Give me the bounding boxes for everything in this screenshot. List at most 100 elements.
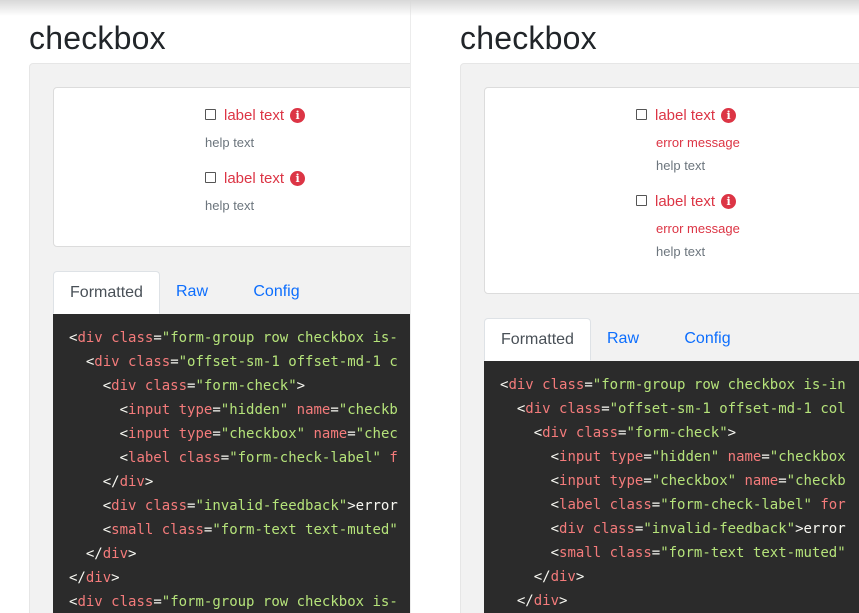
top-shadow bbox=[0, 0, 859, 16]
code-token: "offset-sm-1 offset-md-1 c bbox=[178, 354, 398, 370]
code-line: <input type="hidden" name="checkb bbox=[69, 402, 398, 418]
code-line: <label class="form-check-label" f bbox=[69, 450, 398, 466]
code-token: = bbox=[220, 450, 230, 466]
checkbox-input[interactable] bbox=[205, 171, 216, 183]
info-circle-icon: i bbox=[721, 108, 737, 123]
checkbox-input[interactable] bbox=[636, 194, 647, 206]
code-token: div bbox=[77, 330, 103, 346]
code-token: "hidden" bbox=[651, 449, 720, 465]
right-code-block: <div class="form-group row checkbox is-i… bbox=[484, 361, 859, 613]
error-message: error message bbox=[656, 221, 740, 236]
left-example-panel: checkbox label text i help text label te… bbox=[0, 0, 410, 613]
right-checkbox-row-2[interactable]: label text i bbox=[636, 193, 737, 210]
code-line: </div> bbox=[69, 474, 154, 490]
checkbox-label[interactable]: label text bbox=[655, 193, 715, 210]
code-token: = bbox=[643, 473, 652, 489]
info-circle-icon: i bbox=[290, 171, 306, 186]
code-token: div bbox=[111, 378, 137, 394]
code-token: > bbox=[111, 570, 120, 586]
code-token: "hidden" bbox=[220, 402, 289, 418]
code-token: < bbox=[119, 426, 129, 442]
code-line: <div class="offset-sm-1 offset-md-1 col bbox=[500, 401, 846, 417]
code-token: < bbox=[550, 545, 560, 561]
info-circle-icon: i bbox=[290, 108, 306, 123]
right-page-title: checkbox bbox=[460, 20, 597, 56]
code-token: = bbox=[170, 354, 179, 370]
code-token: < bbox=[550, 497, 560, 513]
left-checkbox-row-2[interactable]: label text i bbox=[205, 170, 306, 187]
code-token: "checkbox" bbox=[651, 473, 737, 489]
code-token: = bbox=[212, 426, 221, 442]
code-token: </ bbox=[102, 474, 120, 490]
tab-config[interactable]: Config bbox=[656, 318, 759, 360]
tab-formatted[interactable]: Formatted bbox=[53, 271, 160, 314]
left-code-block: <div class="form-group row checkbox is- … bbox=[53, 314, 410, 613]
checkbox-label[interactable]: label text bbox=[224, 170, 284, 187]
left-checkbox-row-1[interactable]: label text i bbox=[205, 107, 306, 124]
info-circle-icon: i bbox=[721, 194, 737, 209]
code-token: > bbox=[575, 569, 585, 585]
checkbox-input[interactable] bbox=[205, 108, 216, 120]
code-token: > bbox=[347, 498, 356, 514]
code-token: div bbox=[77, 594, 103, 610]
code-token: = bbox=[153, 594, 162, 610]
code-line: </div> bbox=[69, 570, 120, 586]
code-line: <label class="form-check-label" for bbox=[500, 497, 846, 513]
code-token: > bbox=[559, 593, 568, 609]
code-token: < bbox=[550, 521, 560, 537]
code-token: = bbox=[651, 545, 661, 561]
help-text: help text bbox=[656, 244, 706, 259]
right-checkbox-row-1[interactable]: label text i bbox=[636, 107, 737, 124]
left-example-container: label text i help text label text i help… bbox=[29, 63, 410, 613]
code-token: class bbox=[144, 498, 188, 514]
code-token: name bbox=[727, 449, 762, 465]
code-line: <input type="checkbox" name="checkb bbox=[500, 473, 846, 489]
code-token: "form-text text-muted" bbox=[212, 522, 398, 538]
code-token: class bbox=[161, 522, 204, 538]
code-token: < bbox=[550, 449, 560, 465]
code-token: < bbox=[102, 378, 112, 394]
code-token: div bbox=[94, 354, 120, 370]
code-token: div bbox=[111, 498, 137, 514]
right-example-panel: checkbox label text i error message help… bbox=[410, 0, 859, 613]
code-token: > bbox=[144, 474, 154, 490]
tab-formatted[interactable]: Formatted bbox=[484, 318, 591, 361]
code-line: <small class="form-text text-muted" bbox=[500, 545, 846, 561]
code-line: <div class="form-group row checkbox is- bbox=[69, 330, 398, 346]
code-token: = bbox=[651, 497, 661, 513]
code-line: <div class="form-check"> bbox=[69, 378, 305, 394]
code-token: name bbox=[744, 473, 779, 489]
code-token: div bbox=[119, 474, 145, 490]
code-line: <div class="invalid-feedback">error bbox=[500, 521, 846, 537]
code-token: "checkb bbox=[786, 473, 846, 489]
tab-raw[interactable]: Raw bbox=[161, 271, 223, 313]
checkbox-label[interactable]: label text bbox=[655, 107, 715, 124]
checkbox-label[interactable]: label text bbox=[224, 107, 284, 124]
code-token: "checkbox" bbox=[220, 426, 306, 442]
code-line: <small class="form-text text-muted" bbox=[69, 522, 398, 538]
checkbox-input[interactable] bbox=[636, 108, 647, 120]
tab-config[interactable]: Config bbox=[225, 271, 328, 313]
code-token: input bbox=[559, 449, 602, 465]
code-token: div bbox=[533, 593, 560, 609]
tab-raw[interactable]: Raw bbox=[592, 318, 654, 360]
code-line: <input type="hidden" name="checkbox bbox=[500, 449, 846, 465]
code-token: > bbox=[727, 425, 737, 441]
code-token: class bbox=[111, 330, 154, 346]
